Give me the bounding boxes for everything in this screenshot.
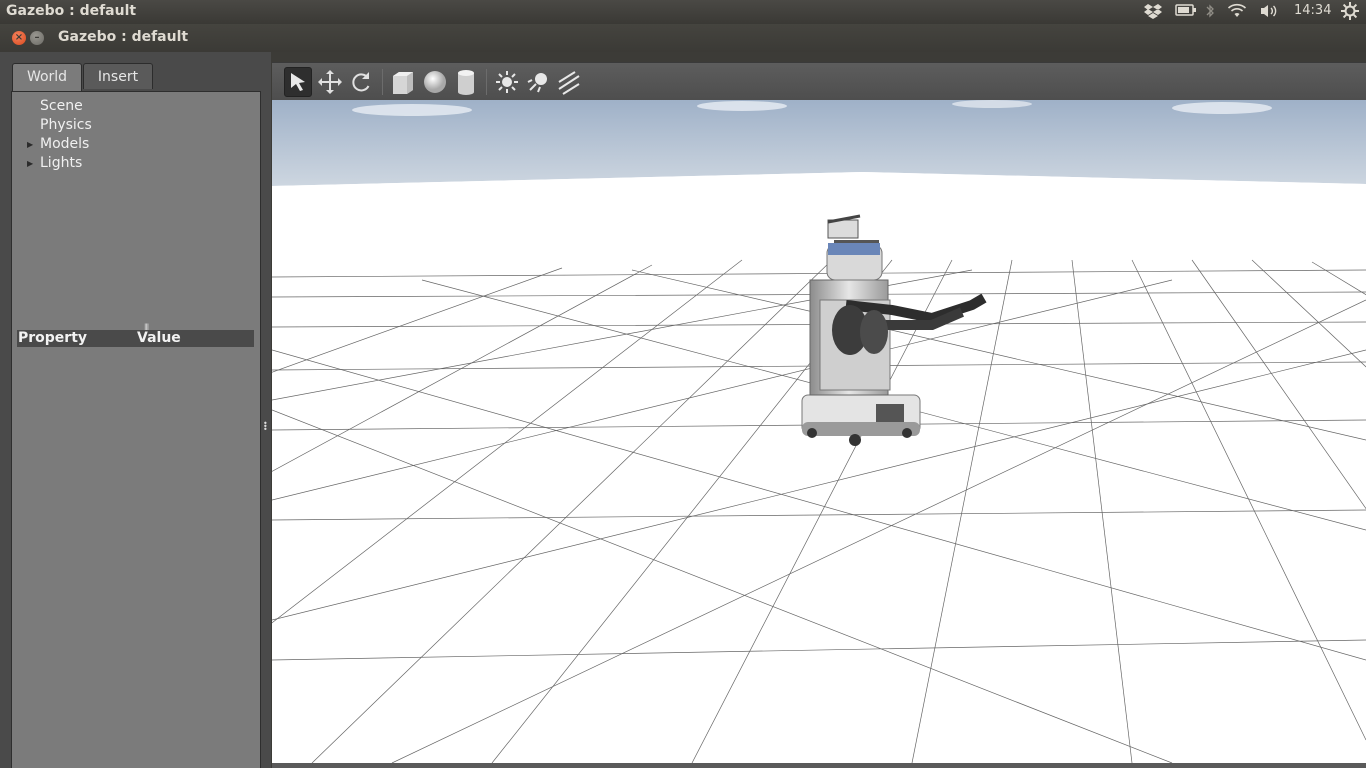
expand-arrow-icon[interactable]: ▶ [27,159,33,168]
tree-item-physics[interactable]: Physics [40,117,92,133]
directional-light-button[interactable] [555,67,583,97]
clock[interactable]: 14:34 [1294,3,1331,18]
toolbar-separator [486,69,487,95]
expand-arrow-icon[interactable]: ▶ [27,140,33,149]
close-window-button[interactable]: × [12,31,26,45]
tab-world[interactable]: World [12,63,82,91]
spot-light-button[interactable] [524,67,552,97]
arrow-icon [291,73,305,91]
system-top-bar: Gazebo : default 14:34 [0,0,1366,24]
property-table-header: Property Value [17,330,254,347]
minimize-window-button[interactable]: – [30,31,44,45]
battery-icon[interactable] [1175,3,1197,21]
window-title: Gazebo : default [58,29,189,45]
toolbar-separator [382,69,383,95]
left-sidebar: World Insert Scene Physics ▶ Models ▶ Li… [0,52,270,768]
window-title-bar: × – Gazebo : default [0,24,1366,52]
column-header-value[interactable]: Value [137,330,181,346]
tree-item-models[interactable]: Models [40,136,89,152]
panel-splitter[interactable]: • • • [261,52,271,768]
move-icon [318,70,342,94]
sphere-shape-button[interactable] [421,67,449,97]
dropbox-icon[interactable] [1144,3,1162,23]
select-mode-button[interactable] [284,67,312,97]
box-icon [393,72,413,94]
splitter-handle-icon[interactable]: • • • [263,420,268,434]
cylinder-icon [458,70,474,95]
viewport-bottom-border [272,763,1366,768]
bluetooth-icon[interactable] [1205,3,1215,23]
toolbar [272,62,1366,100]
column-header-property[interactable]: Property [18,330,87,346]
world-panel: Scene Physics ▶ Models ▶ Lights ||| Prop… [11,91,261,768]
tab-insert[interactable]: Insert [83,63,153,89]
tree-item-scene[interactable]: Scene [40,98,83,114]
active-app-title: Gazebo : default [6,3,137,19]
3d-viewport[interactable] [272,100,1366,763]
spotlight-icon [527,73,547,93]
rotate-icon [352,72,370,92]
directional-light-icon [558,71,580,95]
settings-icon[interactable] [1341,2,1359,24]
scene-render[interactable] [272,100,1366,763]
ground-plane [272,172,1366,763]
volume-icon[interactable] [1259,3,1279,23]
tree-item-lights[interactable]: Lights [40,155,82,171]
point-light-button[interactable] [493,67,521,97]
sphere-icon [424,71,446,93]
cylinder-shape-button[interactable] [452,67,480,97]
translate-mode-button[interactable] [316,67,344,97]
rotate-mode-button[interactable] [347,67,375,97]
sun-icon [496,71,518,93]
box-shape-button[interactable] [389,67,417,97]
wifi-icon[interactable] [1227,3,1247,23]
